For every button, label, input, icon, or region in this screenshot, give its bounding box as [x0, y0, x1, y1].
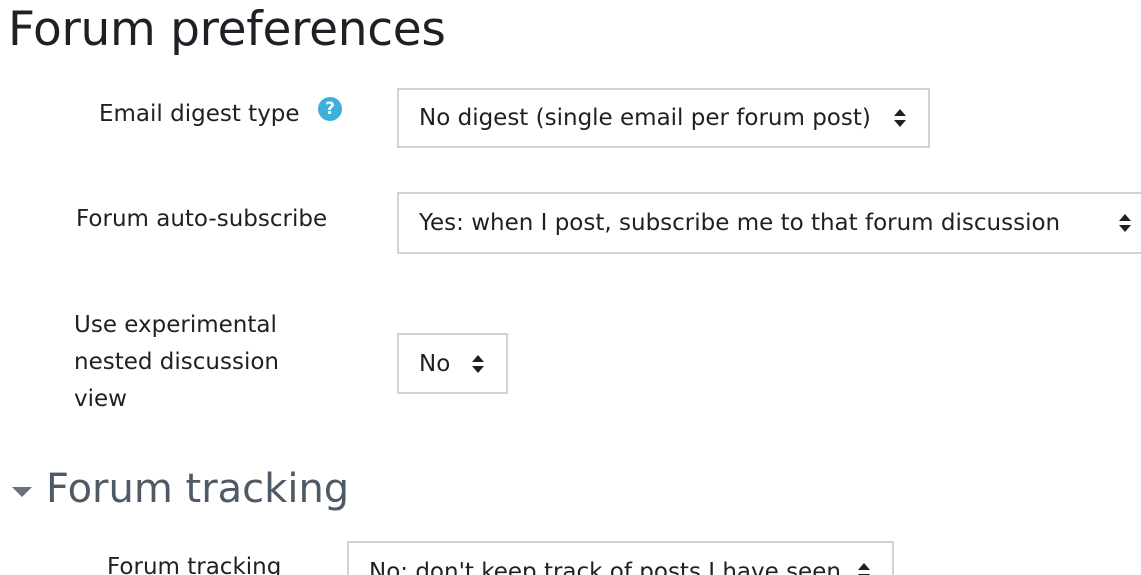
forum-preferences-page: Forum preferences Email digest type ? No… [0, 0, 1141, 575]
nested-view-label-line: Use experimental [74, 312, 277, 338]
nested-view-label-line: view [74, 386, 127, 412]
nested-view-select[interactable]: No [397, 333, 508, 394]
forum-tracking-select[interactable]: No: don't keep track of posts I have see… [347, 541, 894, 575]
page-title: Forum preferences [8, 2, 446, 57]
email-digest-select-value: No digest (single email per forum post) [419, 105, 871, 131]
question-circle-icon[interactable]: ? [318, 97, 342, 121]
select-caret-icon [472, 354, 484, 373]
select-caret-icon [1119, 214, 1131, 232]
forum-tracking-label: Forum tracking [107, 554, 282, 575]
caret-down-icon[interactable] [12, 487, 32, 497]
nested-view-select-value: No [419, 350, 451, 377]
email-digest-select[interactable]: No digest (single email per forum post) [397, 88, 930, 148]
nested-view-label-line: nested discussion [74, 349, 279, 375]
select-caret-icon [858, 563, 870, 575]
auto-subscribe-select-value: Yes: when I post, subscribe me to that f… [419, 210, 1061, 236]
email-digest-label: Email digest type [99, 101, 300, 127]
auto-subscribe-select[interactable]: Yes: when I post, subscribe me to that f… [397, 192, 1141, 254]
select-caret-icon [894, 109, 906, 127]
section-title-forum-tracking[interactable]: Forum tracking [46, 466, 349, 512]
nested-view-label: Use experimental nested discussion view [74, 307, 279, 418]
forum-tracking-select-value: No: don't keep track of posts I have see… [369, 559, 841, 575]
auto-subscribe-label: Forum auto-subscribe [76, 206, 328, 232]
